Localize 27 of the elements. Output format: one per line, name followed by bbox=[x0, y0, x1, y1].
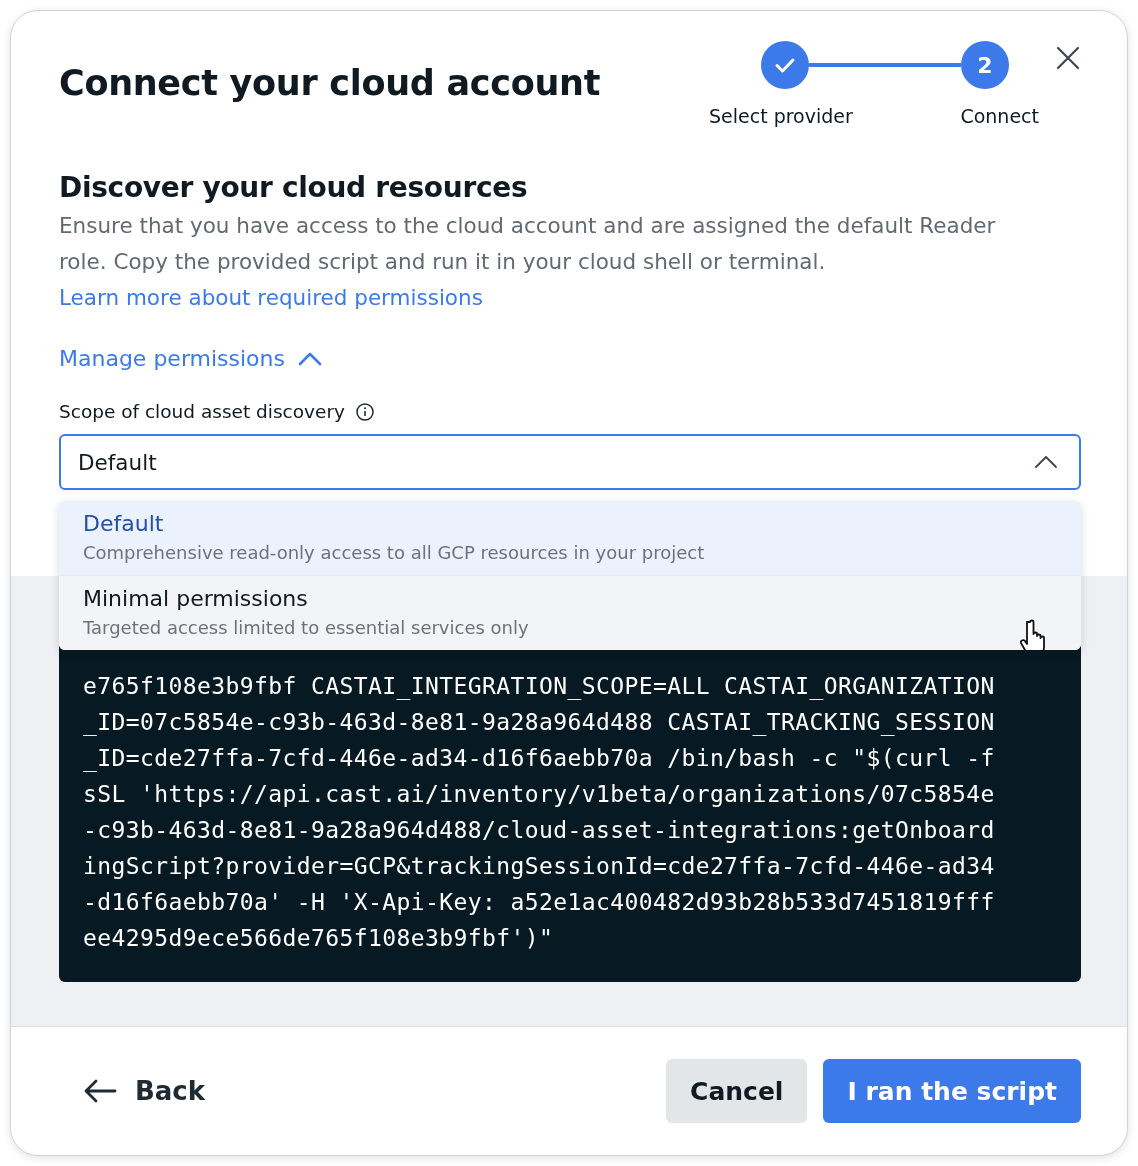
cancel-button[interactable]: Cancel bbox=[666, 1059, 808, 1123]
code-line: _ID=cde27ffa-7cfd-446e-ad34-d16f6aebb70a /bin/bash -c "$(curl -f bbox=[83, 744, 996, 774]
arrow-left-icon bbox=[83, 1078, 117, 1104]
step-label: Connect bbox=[960, 105, 1039, 127]
permissions-link[interactable]: Learn more about required permissions bbox=[59, 280, 483, 316]
dropdown-option[interactable]: Minimal permissions Targeted access limited to essential services only bbox=[59, 575, 1081, 650]
manage-permissions-toggle[interactable]: Manage permissions bbox=[59, 346, 323, 371]
close-icon[interactable] bbox=[1055, 45, 1081, 71]
code-line: -d16f6aebb70a' -H 'X-Api-Key: a52e1ac400482d93b28b533d7451819fff bbox=[83, 888, 996, 917]
code-line: ee4295d9ece566de765f108e3b9fbf')" bbox=[83, 924, 555, 953]
code-line: ingScript?provider=GCP&trackingSessionId=cde27ffa-7cfd-446e-ad34 bbox=[83, 852, 996, 881]
code-line: -c93b-463d-8e81-9a28a964d488/cloud-asset-integrations:getOnboard bbox=[83, 816, 996, 845]
code-line: _ID=07c5854e-c93b-463d-8e81-9a28a964d488 CASTAI_TRACKING_SESSION bbox=[83, 708, 996, 738]
confirm-button[interactable]: I ran the script bbox=[823, 1059, 1081, 1123]
code-line: e765f108e3b9fbf CASTAI_INTEGRATION_SCOPE=ALL CASTAI_ORGANIZATION bbox=[83, 672, 996, 702]
step-number: 2 bbox=[977, 52, 993, 78]
back-button[interactable]: Back bbox=[83, 1076, 206, 1106]
field-label: Scope of cloud asset discovery bbox=[59, 401, 345, 422]
scope-select[interactable]: Default bbox=[59, 434, 1081, 490]
step-label: Select provider bbox=[709, 105, 853, 127]
section-description: Ensure that you have access to the cloud account and are assigned the default Reader role. Copy the provided script and run it in your cloud shell or terminal. bbox=[59, 212, 997, 276]
section-heading: Discover your cloud resources bbox=[59, 171, 529, 204]
info-icon[interactable] bbox=[354, 401, 375, 422]
chevron-icon bbox=[1033, 454, 1059, 470]
dialog-title: Connect your cloud account bbox=[59, 63, 602, 103]
dropdown-option[interactable]: Default Comprehensive read-only access to all GCP resources in your project bbox=[59, 501, 1081, 575]
code-line: sSL 'https://api.cast.ai/inventory/v1beta/organizations/07c5854e bbox=[83, 780, 996, 809]
